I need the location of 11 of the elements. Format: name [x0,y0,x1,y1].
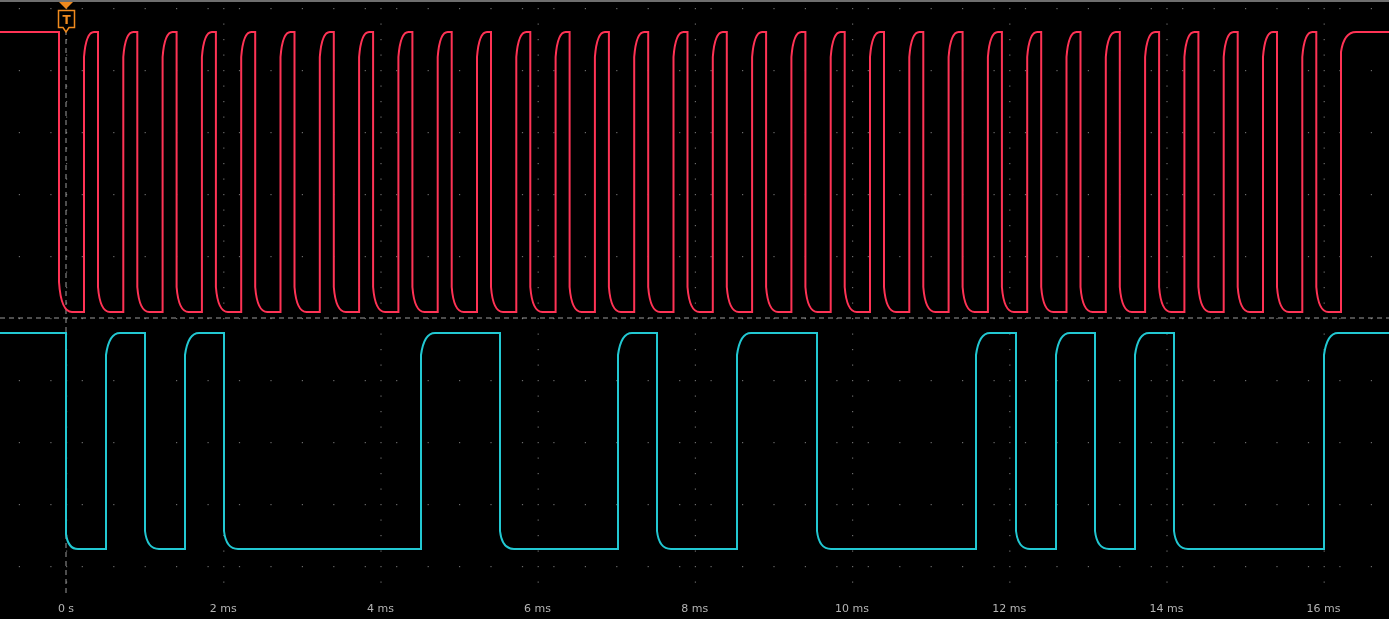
trigger-marker-icon[interactable] [57,2,76,34]
time-label: 2 ms [209,602,237,615]
time-label: 14 ms [1149,602,1184,615]
time-label: 10 ms [835,602,869,615]
time-label: 0 s [57,602,75,615]
time-label: 8 ms [681,602,709,615]
time-label: 4 ms [366,602,394,615]
time-label: 6 ms [524,602,552,615]
time-label: 16 ms [1306,602,1341,615]
time-label: 12 ms [992,602,1027,615]
trigger-label: T [62,13,71,27]
